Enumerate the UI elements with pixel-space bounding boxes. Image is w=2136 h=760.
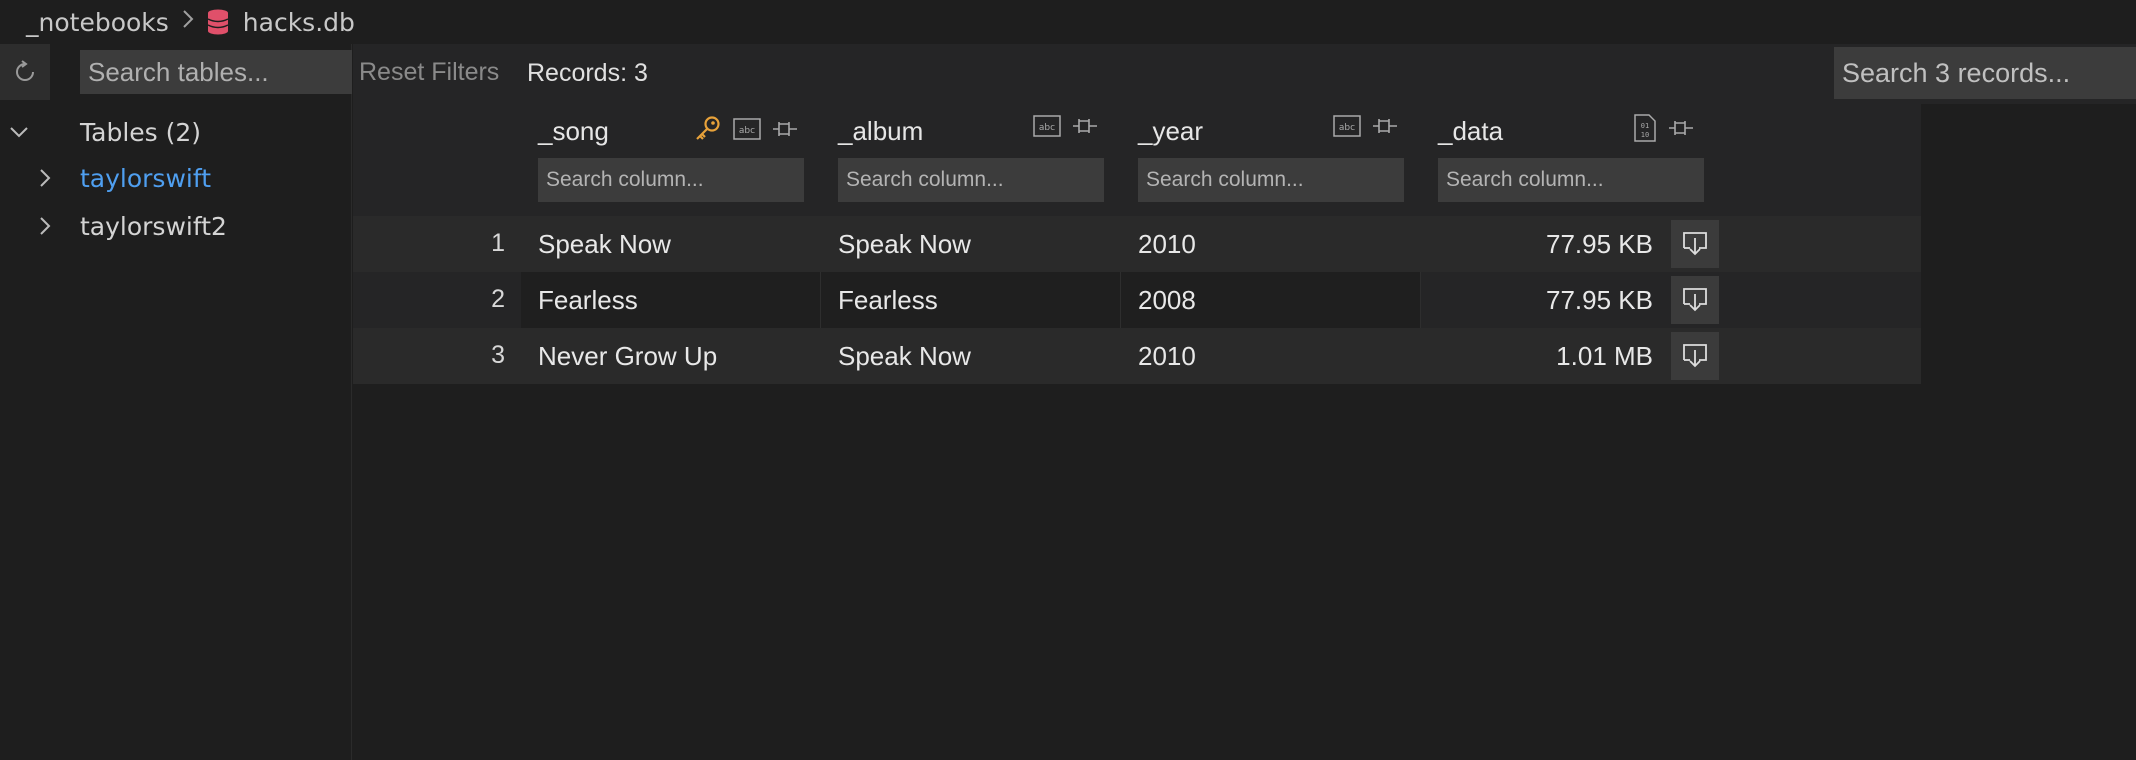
cell-album[interactable]: Speak Now [821,216,1121,272]
table-row[interactable]: 3 Never Grow Up Speak Now 2010 1.01 MB [353,328,1921,384]
breadcrumb-file[interactable]: hacks.db [243,8,355,37]
table-item-taylorswift2[interactable]: taylorswift2 [0,204,352,248]
refresh-button[interactable] [0,44,50,100]
binary-icon[interactable]: 01 10 [1633,114,1657,142]
svg-text:abc: abc [1039,123,1055,133]
download-blob-button[interactable] [1671,276,1719,324]
reset-filters-button[interactable]: Reset Filters [359,58,499,87]
abc-icon[interactable]: abc [1333,115,1361,137]
cell-song[interactable]: Speak Now [521,216,821,272]
row-number: 2 [491,285,505,313]
row-number: 3 [491,341,505,369]
svg-text:01: 01 [1641,122,1649,130]
cell-text: 2008 [1138,285,1196,315]
column-header-data: _data 01 10 [1438,104,1718,214]
column-search-input[interactable] [538,158,804,202]
table-item-label: taylorswift [80,163,212,193]
row-number: 1 [491,229,505,257]
column-title: _album [838,116,924,146]
cell-text: 77.95 KB [1546,229,1653,259]
cell-text: 77.95 KB [1546,285,1653,315]
cell-data[interactable]: 1.01 MB [1421,328,1921,384]
column-search-input[interactable] [1138,158,1404,202]
download-blob-button[interactable] [1671,220,1719,268]
cell-album[interactable]: Speak Now [821,328,1121,384]
table-item-taylorswift[interactable]: taylorswift [0,156,352,200]
column-search-input[interactable] [1438,158,1704,202]
cell-song[interactable]: Never Grow Up [521,328,821,384]
cell-text: Speak Now [838,341,971,371]
cell-text: Fearless [838,285,938,315]
record-search-input[interactable] [1834,47,2136,99]
download-icon [1683,344,1707,368]
cell-text: 1.01 MB [1556,341,1653,371]
column-header-song: _song abc [538,104,818,214]
download-icon [1683,232,1707,256]
tables-section-header[interactable]: Tables (2) [0,110,352,154]
cell-data[interactable]: 77.95 KB [1421,272,1921,328]
sidebar: Tables (2) taylorswift taylorswift2 [0,44,352,760]
column-title: _year [1138,116,1204,146]
database-icon [207,9,229,35]
download-icon [1683,288,1707,312]
data-toolbar: Reset Filters Records: 3 [353,44,2136,104]
table-row[interactable]: 2 Fearless Fearless 2008 77.95 KB [353,272,1921,328]
column-header-album: _album abc [838,104,1118,214]
cell-text: Fearless [538,285,638,315]
pin-icon[interactable] [1071,114,1099,138]
records-count: Records: 3 [527,59,648,87]
cell-year[interactable]: 2008 [1121,272,1421,328]
data-grid: _song abc _album abc [353,104,1921,384]
table-row[interactable]: 1 Speak Now Speak Now 2010 77.95 KB [353,216,1921,272]
svg-text:10: 10 [1641,131,1649,139]
cell-text: 2010 [1138,341,1196,371]
pin-icon[interactable] [1371,114,1399,138]
cell-album[interactable]: Fearless [821,272,1121,328]
cell-year[interactable]: 2010 [1121,328,1421,384]
abc-icon[interactable]: abc [1033,115,1061,137]
cell-song[interactable]: Fearless [521,272,821,328]
pin-icon[interactable] [771,117,799,141]
chevron-right-icon [38,215,52,241]
column-title: _data [1438,116,1504,146]
tables-header-label: Tables (2) [80,117,202,147]
table-item-label: taylorswift2 [80,211,227,241]
refresh-icon [16,60,34,81]
cell-text: Never Grow Up [538,341,718,371]
breadcrumb: _notebooks hacks.db [0,0,2136,44]
svg-text:abc: abc [739,126,755,136]
cell-year[interactable]: 2010 [1121,216,1421,272]
column-header-year: _year abc [1138,104,1418,214]
download-blob-button[interactable] [1671,332,1719,380]
cell-text: Speak Now [838,229,971,259]
svg-text:abc: abc [1339,123,1355,133]
chevron-right-icon [38,167,52,193]
key-icon [696,116,720,140]
cell-text: 2010 [1138,229,1196,259]
cell-data[interactable]: 77.95 KB [1421,216,1921,272]
chevron-down-icon [2,125,36,139]
chevron-right-icon [181,8,195,36]
pin-icon[interactable] [1667,116,1695,140]
abc-icon[interactable]: abc [733,118,761,140]
column-search-input[interactable] [838,158,1104,202]
breadcrumb-folder[interactable]: _notebooks [26,8,169,37]
cell-text: Speak Now [538,229,671,259]
column-title: _song [538,116,609,146]
table-search-input[interactable] [80,50,352,94]
